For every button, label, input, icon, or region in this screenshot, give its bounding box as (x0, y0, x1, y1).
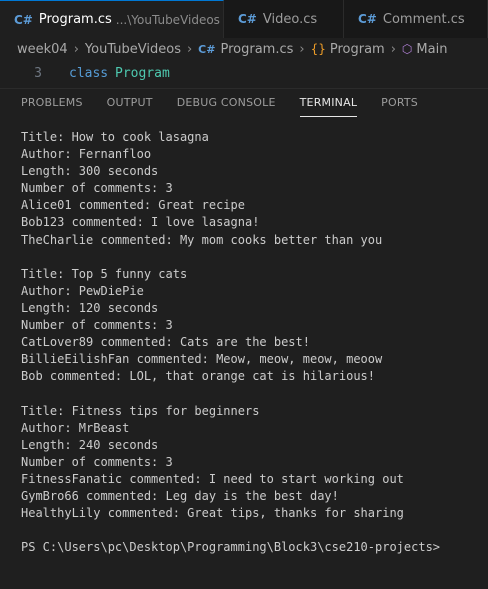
tab-label: Comment.cs (382, 11, 465, 27)
terminal-line: CatLover89 commented: Cats are the best! (21, 335, 310, 350)
csharp-file-icon: C# (14, 12, 33, 27)
tab-path: ...\YouTubeVideos (115, 12, 220, 27)
terminal-line: BillieEilishFan commented: Meow, meow, m… (21, 352, 383, 367)
breadcrumb-item-youtubevideos[interactable]: YouTubeVideos (85, 42, 181, 57)
tab-problems[interactable]: PROBLEMS (21, 89, 83, 117)
terminal-line: PS C:\Users\pc\Desktop\Programming\Block… (21, 540, 441, 555)
terminal-line: Number of comments: 3 (21, 181, 173, 196)
terminal-line: Number of comments: 3 (21, 454, 173, 469)
editor-tab-bar: C# Program.cs ...\YouTubeVideos × C# Vid… (0, 0, 488, 38)
tab-label: Video.cs (262, 11, 318, 27)
terminal-line: Bob123 commented: I love lasagna! (21, 215, 260, 230)
terminal-line: Title: How to cook lasagna (21, 130, 209, 144)
class-name: Program (115, 66, 170, 81)
terminal-line: Length: 240 seconds (21, 437, 159, 452)
tab-video-cs[interactable]: C# Video.cs (224, 0, 344, 38)
keyword-class: class (69, 66, 109, 81)
tab-comment-cs[interactable]: C# Comment.cs (344, 0, 488, 38)
tab-ports[interactable]: PORTS (381, 89, 418, 117)
terminal-line: Length: 300 seconds (21, 164, 159, 179)
terminal-line: Alice01 commented: Great recipe (21, 198, 245, 213)
chevron-right-icon: › (186, 41, 193, 57)
terminal-line: FitnessFanatic commented: I need to star… (21, 471, 404, 486)
chevron-right-icon: › (390, 41, 396, 57)
terminal-line: GymBro66 commented: Leg day is the best … (21, 488, 339, 503)
tab-program-cs[interactable]: C# Program.cs ...\YouTubeVideos × (0, 0, 224, 38)
code-editor[interactable]: 3 class Program (0, 60, 488, 86)
csharp-file-icon: C# (238, 12, 257, 26)
csharp-file-icon: C# (198, 42, 216, 56)
tab-terminal[interactable]: TERMINAL (299, 89, 358, 117)
terminal-line: HealthyLily commented: Great tips, thank… (21, 506, 404, 521)
terminal-line: Author: MrBeast (21, 420, 130, 435)
method-symbol-icon: ⬡ (401, 42, 413, 56)
terminal-line: Title: Top 5 funny cats (21, 266, 188, 281)
breadcrumb-item-week04[interactable]: week04 (17, 42, 68, 57)
breadcrumb-item-program[interactable]: Program (330, 42, 385, 57)
chevron-right-icon: › (73, 41, 79, 57)
tab-debug-console[interactable]: DEBUG CONSOLE (177, 89, 276, 117)
breadcrumb-item-program-cs[interactable]: Program.cs (220, 42, 293, 57)
panel-tab-bar: PROBLEMS OUTPUT DEBUG CONSOLE TERMINAL P… (0, 88, 488, 117)
terminal-line: Length: 120 seconds (21, 300, 159, 315)
terminal-line: TheCharlie commented: My mom cooks bette… (21, 232, 383, 247)
terminal-line: Number of comments: 3 (21, 318, 173, 333)
tab-label: Program.cs (38, 12, 112, 27)
class-symbol-icon: {} (310, 42, 326, 56)
terminal-output[interactable]: Title: How to cook lasagna Author: Fernan… (21, 129, 481, 556)
chevron-right-icon: › (299, 41, 305, 57)
breadcrumb: week04 › YouTubeVideos › C# Program.cs ›… (0, 38, 488, 60)
terminal-line: Title: Fitness tips for beginners (21, 403, 260, 418)
line-number: 3 (34, 66, 42, 81)
csharp-file-icon: C# (358, 12, 377, 26)
breadcrumb-item-main[interactable]: Main (416, 42, 447, 57)
terminal-line: Author: PewDiePie (21, 283, 144, 298)
terminal-line: Bob commented: LOL, that orange cat is h… (21, 369, 376, 384)
terminal-line: Author: Fernanfloo (21, 147, 152, 162)
tab-output[interactable]: OUTPUT (107, 89, 153, 117)
